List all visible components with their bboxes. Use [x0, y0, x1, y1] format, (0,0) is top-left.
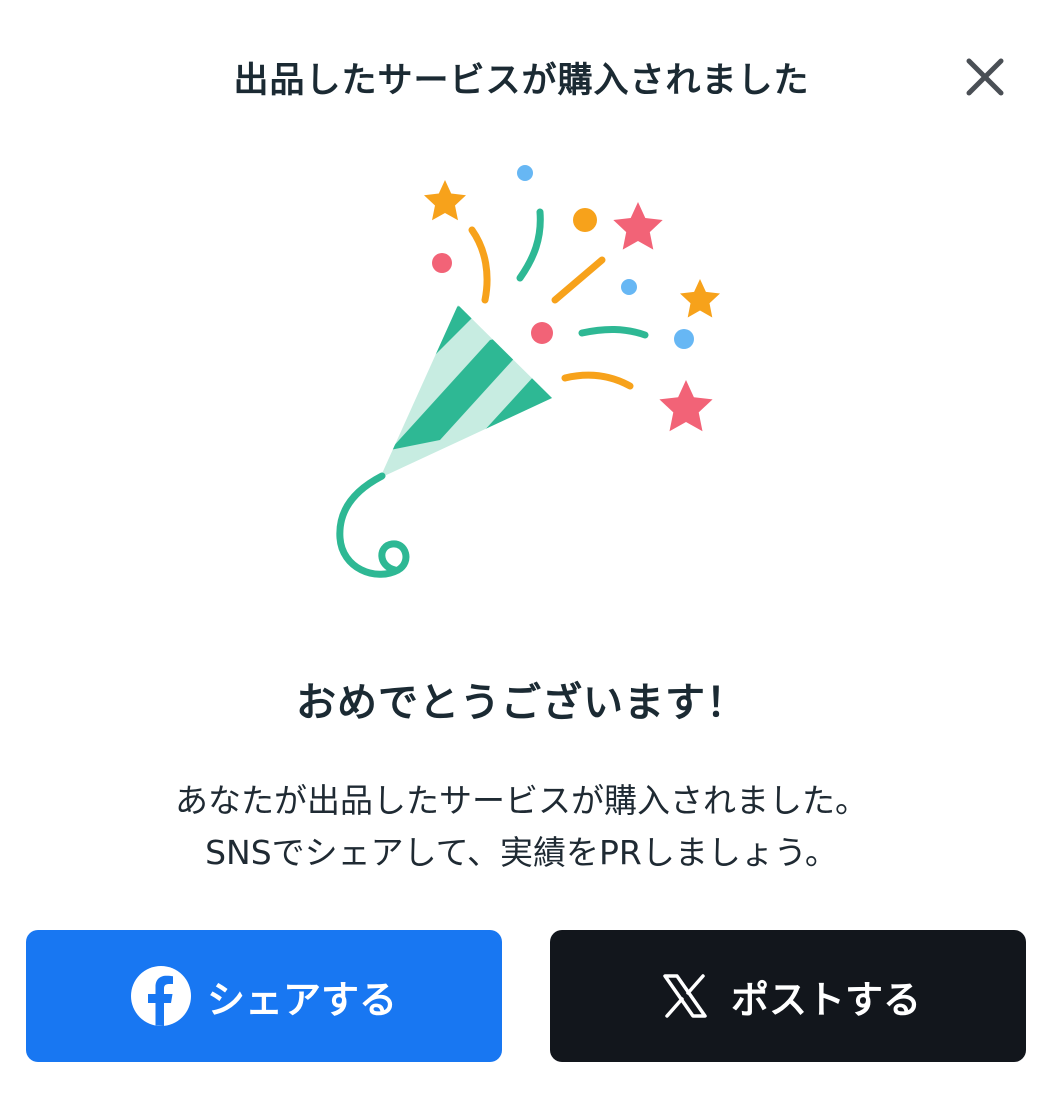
- x-post-button[interactable]: ポストする: [550, 930, 1026, 1062]
- facebook-icon: [130, 966, 191, 1026]
- x-post-label: ポストする: [730, 977, 921, 1022]
- dialog-title: 出品したサービスが購入されました: [233, 61, 810, 101]
- congratulations-heading: おめでとうございます！: [296, 680, 747, 726]
- party-popper-icon: [336, 165, 720, 578]
- x-logo-icon: [655, 966, 715, 1026]
- close-button[interactable]: [960, 52, 1010, 102]
- close-icon: [966, 58, 1004, 96]
- party-popper-illustration: [320, 150, 740, 600]
- facebook-share-button[interactable]: シェアする: [26, 930, 502, 1062]
- message-line-1: あなたが出品したサービスが購入されました。: [175, 781, 868, 820]
- message-line-2: SNSでシェアして、実績をPRしましょう。: [205, 833, 838, 872]
- purchase-message: あなたが出品したサービスが購入されました。 SNSでシェアして、実績をPRしまし…: [0, 775, 1043, 879]
- purchase-complete-dialog: 出品したサービスが購入されました おめでとうございます！ あなたが出品したサービ…: [0, 0, 1043, 1119]
- facebook-share-label: シェアする: [206, 977, 397, 1022]
